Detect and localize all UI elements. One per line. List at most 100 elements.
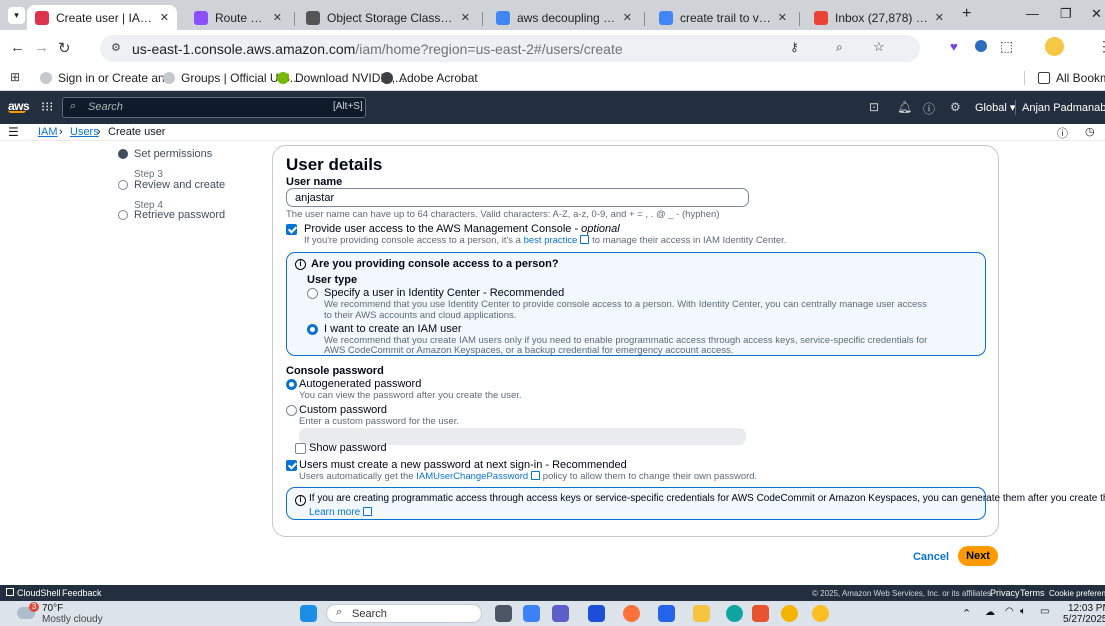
breadcrumb-users[interactable]: Users bbox=[70, 126, 99, 138]
back-icon[interactable]: ← bbox=[10, 39, 25, 56]
browser-tab[interactable]: Object Storage Classes – A ✕ bbox=[298, 5, 478, 30]
region-selector[interactable]: Global ▾ bbox=[975, 101, 1015, 114]
autogenerated-password-label[interactable]: Autogenerated password bbox=[299, 378, 421, 390]
app-icon[interactable] bbox=[658, 605, 675, 622]
chrome-icon[interactable] bbox=[781, 605, 798, 622]
hamburger-menu-icon[interactable]: ☰ bbox=[8, 125, 19, 139]
settings-gear-icon[interactable]: ⚙ bbox=[950, 100, 961, 114]
task-view-icon[interactable] bbox=[495, 605, 512, 622]
chevron-up-icon[interactable]: ⌃ bbox=[962, 607, 971, 620]
step-label[interactable]: Set permissions bbox=[134, 148, 212, 160]
show-password-checkbox[interactable] bbox=[295, 443, 306, 454]
browser-tab[interactable]: Inbox (27,878) - anjanpad ✕ bbox=[806, 5, 952, 30]
new-tab-button[interactable]: + bbox=[962, 5, 971, 23]
volume-icon[interactable]: 🔈︎ bbox=[1020, 606, 1026, 617]
address-bar[interactable]: ⚙ us-east-1.console.aws.amazon.com/iam/h… bbox=[100, 35, 920, 62]
console-access-label[interactable]: Provide user access to the AWS Managemen… bbox=[304, 223, 620, 235]
option-identity-center-label[interactable]: Specify a user in Identity Center - Reco… bbox=[324, 287, 564, 299]
apps-grid-icon[interactable]: ⊞ bbox=[10, 70, 20, 84]
office-icon[interactable] bbox=[752, 605, 769, 622]
bookmark-item[interactable]: Adobe Acrobat bbox=[381, 71, 478, 85]
info-icon[interactable]: ⓘ bbox=[1057, 125, 1068, 141]
must-reset-password-checkbox[interactable] bbox=[286, 460, 297, 471]
browser-tab[interactable]: Route 53 | Global ✕ bbox=[186, 5, 290, 30]
close-tab-icon[interactable]: ✕ bbox=[273, 11, 282, 24]
minimize-icon[interactable]: — bbox=[1026, 6, 1039, 21]
learn-more-link[interactable]: Learn more bbox=[309, 507, 373, 518]
chrome-profile-icon[interactable] bbox=[812, 605, 829, 622]
extensions-icon[interactable]: ⬚ bbox=[1000, 38, 1013, 55]
browser-tab[interactable]: aws decoupling services - ✕ bbox=[488, 5, 640, 30]
restore-icon[interactable]: ❐ bbox=[1060, 6, 1072, 22]
weather-temp[interactable]: 70°F bbox=[42, 603, 63, 614]
aws-search-input[interactable]: ⌕ Search bbox=[62, 97, 366, 118]
weather-desc[interactable]: Mostly cloudy bbox=[42, 614, 103, 625]
autogenerated-password-radio[interactable] bbox=[286, 379, 297, 390]
notifications-icon[interactable]: 🔔︎ bbox=[897, 100, 912, 114]
username-input[interactable] bbox=[286, 188, 749, 207]
all-bookmarks[interactable]: All Bookmark bbox=[1038, 71, 1105, 85]
cloudshell-button[interactable]: CloudShell bbox=[6, 588, 61, 598]
firefox-icon[interactable] bbox=[623, 605, 640, 622]
store-icon[interactable] bbox=[588, 605, 605, 622]
forward-icon[interactable]: → bbox=[34, 39, 49, 56]
cloud-icon[interactable]: ☁ bbox=[985, 607, 995, 618]
clock-time[interactable]: 12:03 PM bbox=[1068, 603, 1105, 614]
help-panel-icon[interactable]: ◷ bbox=[1085, 125, 1095, 138]
account-menu[interactable]: Anjan Padmanabhaiah ▾ bbox=[1022, 101, 1105, 114]
terms-link[interactable]: Terms bbox=[1020, 588, 1045, 598]
password-key-icon[interactable]: ⚷ bbox=[790, 40, 799, 54]
close-tab-icon[interactable]: ✕ bbox=[935, 11, 944, 24]
cookie-preferences-link[interactable]: Cookie preferences bbox=[1049, 589, 1105, 598]
console-access-checkbox[interactable] bbox=[286, 224, 297, 235]
battery-icon[interactable]: ▭ bbox=[1040, 606, 1049, 617]
close-tab-icon[interactable]: ✕ bbox=[461, 11, 470, 24]
file-explorer-icon[interactable] bbox=[693, 605, 710, 622]
zoom-icon[interactable]: ⌕ bbox=[836, 40, 843, 55]
iam-user-change-password-link[interactable]: IAMUserChangePassword bbox=[416, 471, 528, 482]
extension-heart-icon[interactable]: ♥ bbox=[950, 39, 958, 54]
help-icon[interactable]: ⓘ bbox=[923, 100, 935, 117]
tab-separator bbox=[644, 12, 645, 26]
services-menu-icon[interactable]: ⁝⁝⁝ bbox=[41, 99, 53, 115]
custom-password-radio[interactable] bbox=[286, 405, 297, 416]
feedback-link[interactable]: Feedback bbox=[62, 588, 102, 598]
tab-favicon-icon bbox=[306, 10, 320, 25]
close-window-icon[interactable]: ✕ bbox=[1091, 6, 1102, 22]
cancel-button[interactable]: Cancel bbox=[906, 547, 956, 567]
show-password-label[interactable]: Show password bbox=[309, 442, 387, 454]
next-button[interactable]: Next bbox=[958, 546, 998, 566]
close-tab-icon[interactable]: ✕ bbox=[623, 11, 632, 24]
taskbar-search[interactable]: ⌕ Search bbox=[326, 604, 482, 623]
browser-tab[interactable]: create trail to view who ha ✕ bbox=[651, 5, 795, 30]
url-text[interactable]: us-east-1.console.aws.amazon.com/iam/hom… bbox=[132, 41, 623, 57]
cloudshell-icon[interactable]: ⊡ bbox=[869, 100, 879, 114]
extension-circle-icon[interactable] bbox=[975, 40, 987, 52]
must-reset-password-label[interactable]: Users must create a new password at next… bbox=[299, 459, 627, 471]
option-iam-user-label[interactable]: I want to create an IAM user bbox=[324, 323, 462, 335]
windows-start-icon[interactable] bbox=[300, 605, 317, 622]
identity-center-radio[interactable] bbox=[307, 288, 318, 299]
copilot-icon[interactable] bbox=[523, 605, 540, 622]
aws-logo[interactable]: aws bbox=[8, 99, 30, 113]
browser-menu-icon[interactable]: ⋮ bbox=[1097, 38, 1105, 55]
privacy-link[interactable]: Privacy bbox=[990, 588, 1020, 598]
teams-icon[interactable] bbox=[552, 605, 569, 622]
iam-user-radio[interactable] bbox=[307, 324, 318, 335]
wifi-icon[interactable]: ◠ bbox=[1005, 606, 1014, 617]
close-tab-icon[interactable]: ✕ bbox=[778, 11, 787, 24]
edge-icon[interactable] bbox=[726, 605, 743, 622]
reload-icon[interactable]: ↻ bbox=[58, 39, 71, 57]
browser-tab[interactable]: Create user | IAM | Global ✕ bbox=[27, 5, 177, 30]
clock-date[interactable]: 5/27/2025 bbox=[1063, 614, 1105, 625]
profile-avatar[interactable] bbox=[1045, 37, 1064, 56]
best-practice-link[interactable]: best practice bbox=[524, 235, 578, 246]
site-info-icon[interactable]: ⚙ bbox=[111, 41, 121, 54]
custom-password-label[interactable]: Custom password bbox=[299, 404, 387, 416]
search-icon: ⌕ bbox=[336, 606, 343, 618]
breadcrumb-iam[interactable]: IAM bbox=[38, 126, 58, 138]
close-tab-icon[interactable]: ✕ bbox=[160, 11, 169, 24]
tab-search-button[interactable]: ▾ bbox=[8, 7, 25, 24]
bookmark-star-icon[interactable]: ☆ bbox=[873, 39, 885, 55]
bookmark-item[interactable]: Sign in or Create an... bbox=[40, 71, 175, 85]
